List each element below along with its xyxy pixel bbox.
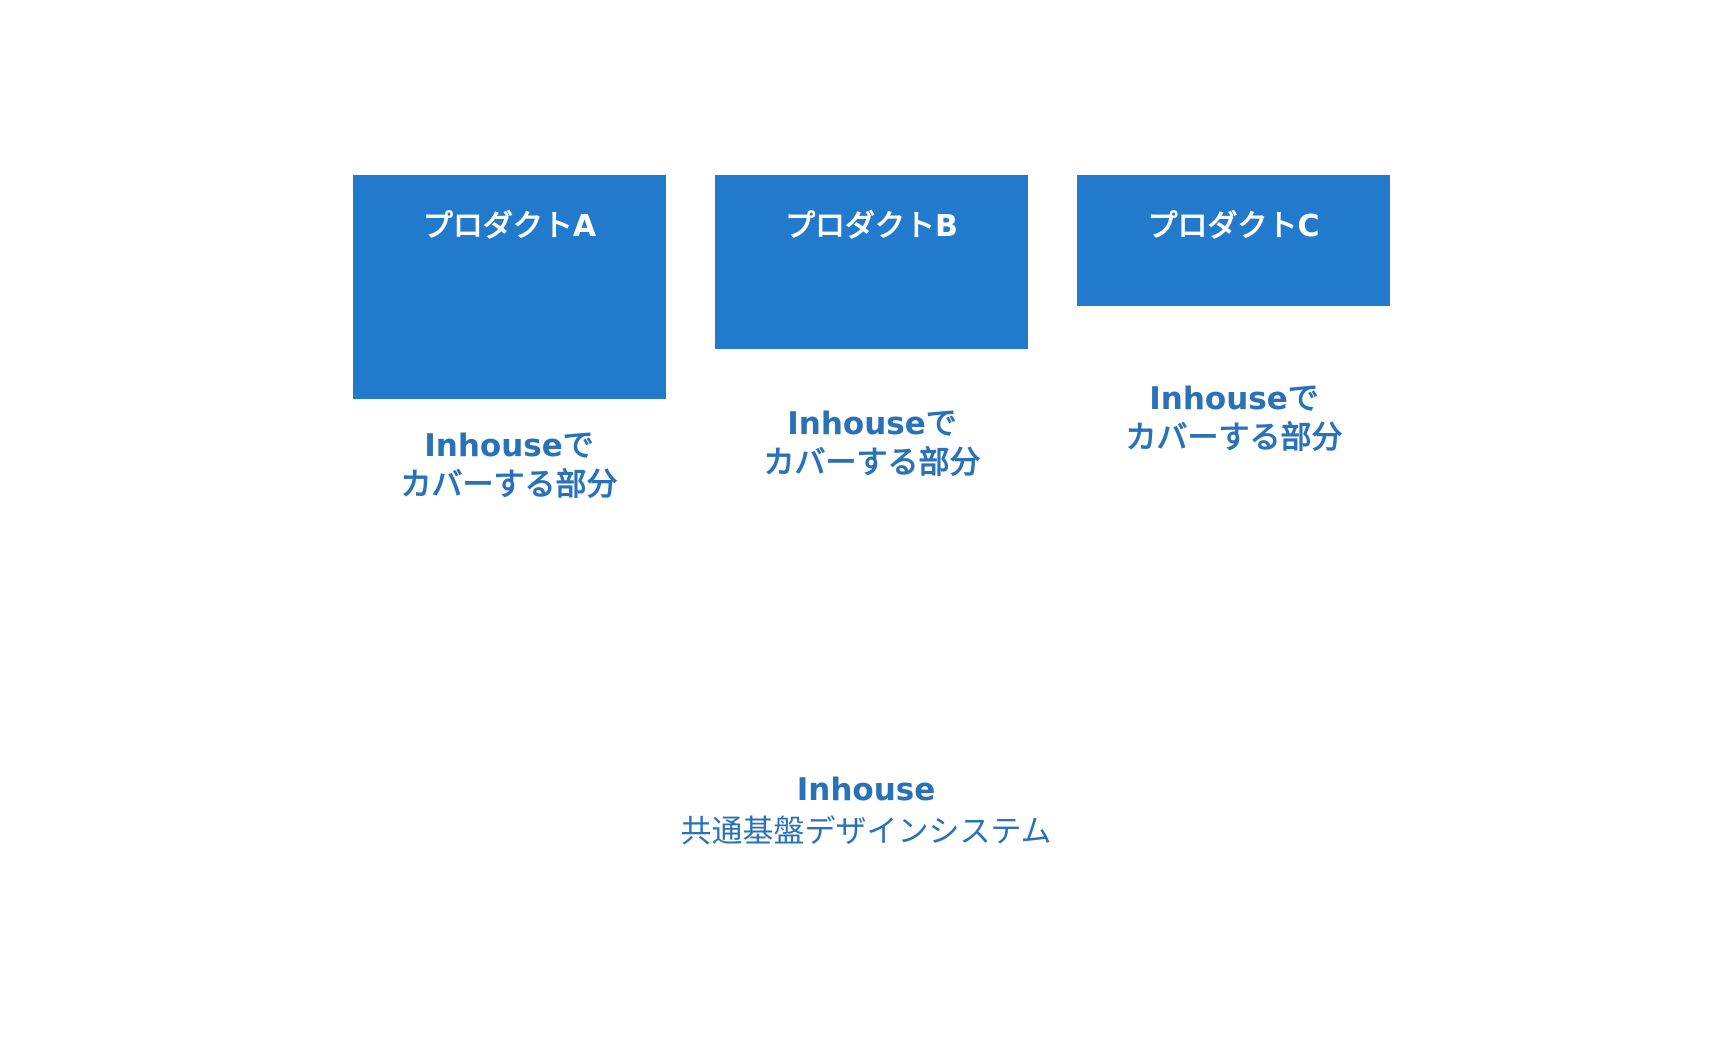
product-b-title: プロダクトB xyxy=(785,209,958,244)
product-a-box: プロダクトA xyxy=(353,175,666,399)
product-b-coverage-line2: カバーする部分 xyxy=(763,445,981,481)
product-c-coverage-label: Inhouseで カバーする部分 xyxy=(1064,380,1404,458)
foundation-name: Inhouse xyxy=(796,772,936,808)
product-c-coverage-line2: カバーする部分 xyxy=(1125,420,1343,456)
product-c-title: プロダクトC xyxy=(1147,209,1320,244)
product-a-coverage-line2: カバーする部分 xyxy=(400,467,618,503)
product-b-coverage-label: Inhouseで カバーする部分 xyxy=(702,405,1042,483)
product-b-coverage-line1: Inhouseで xyxy=(787,406,957,442)
product-a-coverage-line1: Inhouseで xyxy=(424,428,594,464)
product-a-title: プロダクトA xyxy=(422,209,597,244)
foundation-label: Inhouse 共通基盤デザインシステム xyxy=(566,770,1166,854)
design-system-diagram: プロダクトA Inhouseで カバーする部分 プロダクトB Inhouseで … xyxy=(0,0,1733,1062)
product-c-box: プロダクトC xyxy=(1077,175,1390,306)
foundation-description: 共通基盤デザインシステム xyxy=(680,814,1052,850)
product-a-coverage-label: Inhouseで カバーする部分 xyxy=(339,427,679,505)
product-c-coverage-line1: Inhouseで xyxy=(1149,381,1319,417)
product-b-box: プロダクトB xyxy=(715,175,1028,349)
